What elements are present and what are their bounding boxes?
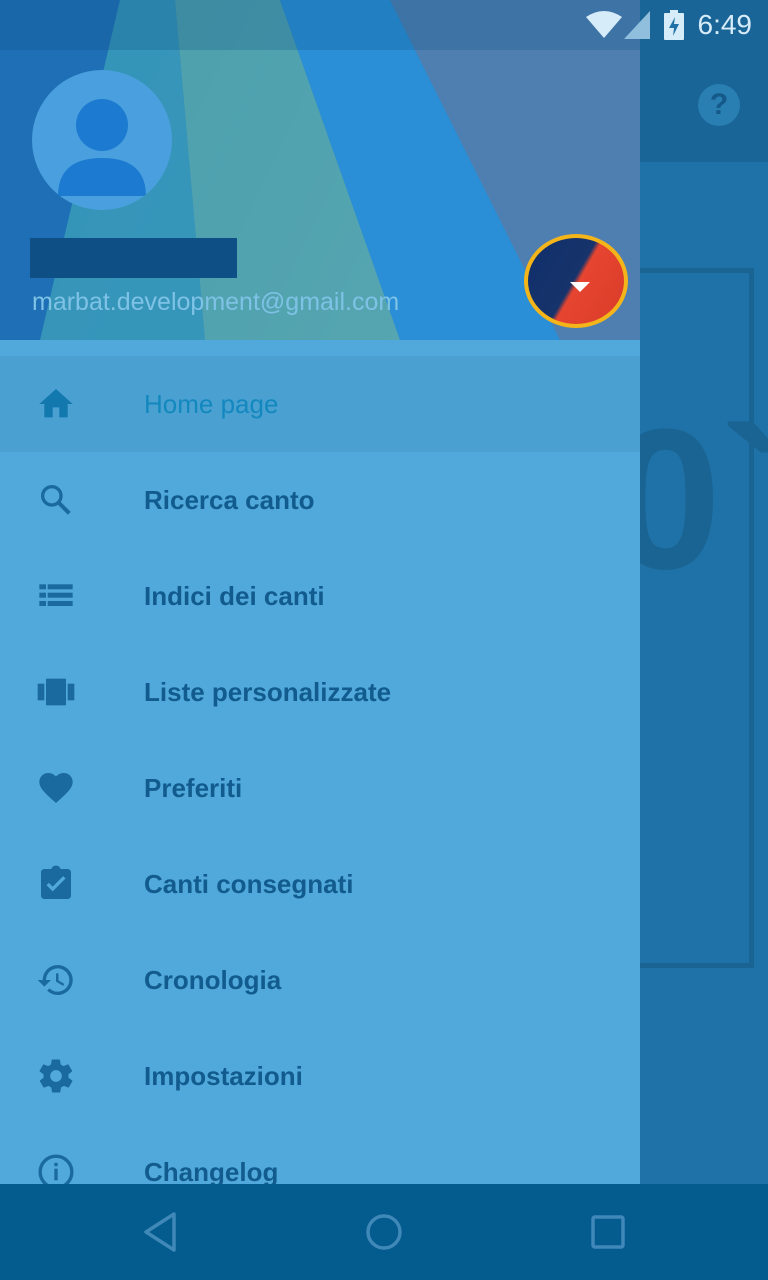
cell-signal-icon bbox=[623, 11, 650, 39]
dropdown-arrow-icon bbox=[570, 282, 590, 292]
menu-item-label: Preferiti bbox=[144, 772, 243, 803]
user-icon bbox=[58, 99, 146, 196]
menu-item-label: Ricerca canto bbox=[144, 484, 315, 515]
gear-icon bbox=[39, 1059, 73, 1093]
avatar[interactable] bbox=[32, 70, 172, 210]
status-time: 6:49 bbox=[697, 9, 753, 40]
menu-item-label: Indici dei canti bbox=[144, 580, 325, 611]
menu-item-canti-consegnati[interactable]: Canti consegnati bbox=[0, 836, 640, 932]
menu-item-home-page[interactable]: Home page bbox=[0, 356, 640, 452]
drawer-header: marbat.development@gmail.com bbox=[0, 0, 640, 340]
menu-item-cronologia[interactable]: Cronologia bbox=[0, 932, 640, 1028]
account-email: marbat.development@gmail.com bbox=[32, 288, 400, 316]
search-icon bbox=[41, 485, 71, 515]
recents-icon[interactable] bbox=[584, 1208, 632, 1256]
menu-item-label: Canti consegnati bbox=[144, 868, 354, 899]
menu-item-changelog[interactable]: Changelog bbox=[0, 1124, 640, 1184]
history-icon bbox=[37, 964, 73, 995]
menu-item-label: Changelog bbox=[144, 1156, 279, 1185]
help-icon[interactable]: ? bbox=[698, 84, 740, 126]
menu-item-indici-dei-canti[interactable]: Indici dei canti bbox=[0, 548, 640, 644]
drawer-menu: Home page Ricerca canto Indici dei canti bbox=[0, 356, 640, 1184]
wifi-icon bbox=[585, 11, 622, 38]
heart-icon bbox=[39, 773, 73, 803]
back-icon[interactable] bbox=[136, 1208, 184, 1256]
menu-item-ricerca-canto[interactable]: Ricerca canto bbox=[0, 452, 640, 548]
navigation-drawer: marbat.development@gmail.com Home page R… bbox=[0, 0, 640, 1184]
menu-item-label: Impostazioni bbox=[144, 1060, 303, 1091]
battery-charging-icon bbox=[663, 10, 684, 40]
account-switch-button[interactable] bbox=[524, 234, 628, 328]
home-circle-icon[interactable] bbox=[360, 1208, 408, 1256]
menu-item-preferiti[interactable]: Preferiti bbox=[0, 740, 640, 836]
info-icon bbox=[38, 1154, 74, 1184]
menu-item-label: Liste personalizzate bbox=[144, 676, 392, 707]
carousel-icon bbox=[37, 678, 75, 706]
menu-item-impostazioni[interactable]: Impostazioni bbox=[0, 1028, 640, 1124]
menu-item-label: Cronologia bbox=[144, 964, 282, 995]
clipboard-check-icon bbox=[41, 865, 71, 899]
status-bar: 6:49 bbox=[0, 0, 768, 50]
home-icon bbox=[39, 389, 73, 418]
menu-item-liste-personalizzate[interactable]: Liste personalizzate bbox=[0, 644, 640, 740]
user-name-redacted bbox=[30, 238, 237, 278]
list-icon bbox=[39, 584, 73, 606]
menu-item-label: Home page bbox=[144, 388, 279, 419]
system-nav-bar bbox=[0, 1184, 768, 1280]
